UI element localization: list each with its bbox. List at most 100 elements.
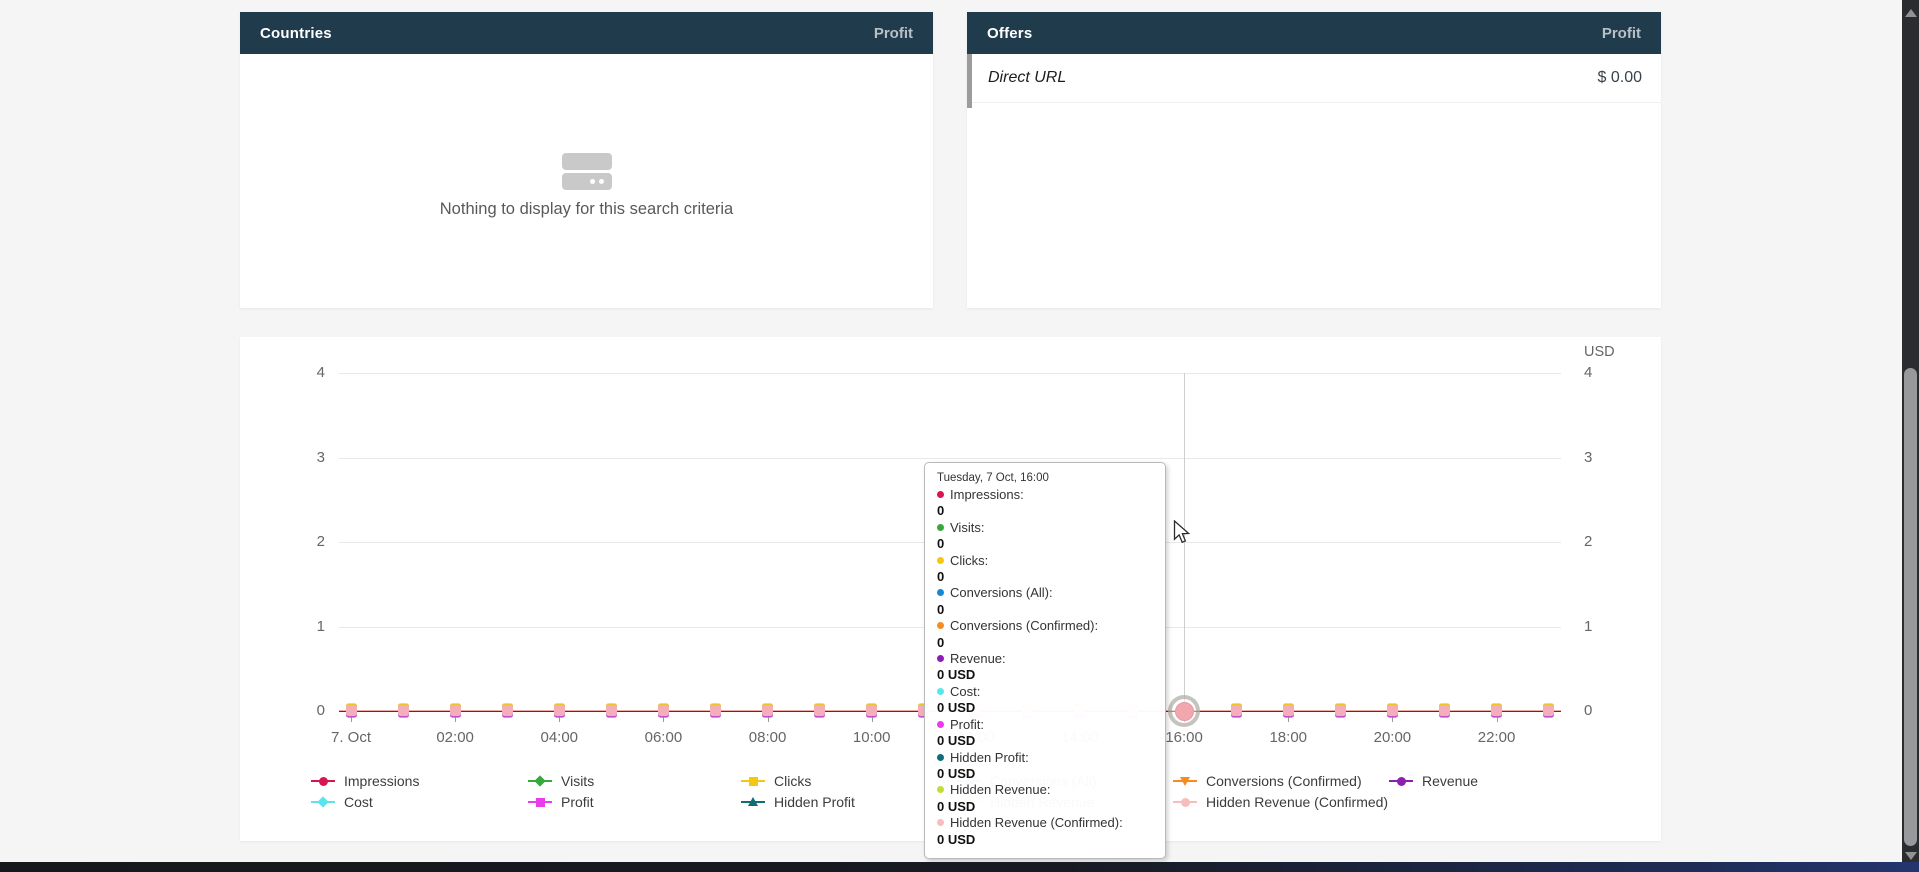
- offer-row-direct-url[interactable]: Direct URL $ 0.00: [967, 54, 1661, 103]
- tooltip-series-dot: [937, 786, 944, 793]
- tooltip-value: 0: [937, 503, 1153, 519]
- legend-item-hidden-revenue-confirmed[interactable]: Hidden Revenue (Confirmed): [1173, 792, 1388, 812]
- legend-item-conversions-confirmed[interactable]: Conversions (Confirmed): [1173, 771, 1362, 791]
- legend-item-hidden-profit[interactable]: Hidden Profit: [741, 792, 855, 812]
- hovered-data-point[interactable]: [1175, 702, 1194, 721]
- y-axis-label-left: 3: [265, 449, 325, 467]
- legend-label: Profit: [561, 794, 594, 810]
- tooltip-series-dot: [937, 819, 944, 826]
- tooltip-series-dot: [937, 721, 944, 728]
- data-point-marker[interactable]: [1335, 705, 1346, 716]
- legend-item-impressions[interactable]: Impressions: [311, 771, 419, 791]
- tooltip-value: 0: [937, 635, 1153, 651]
- legend-label: Clicks: [774, 773, 811, 789]
- tooltip-row: Hidden Revenue (Confirmed): 0 USD: [937, 815, 1153, 848]
- scroll-down-arrow-icon[interactable]: [1905, 852, 1917, 860]
- tooltip-label: Clicks:: [950, 553, 988, 568]
- tooltip-value: 0 USD: [937, 799, 1153, 815]
- data-point-marker[interactable]: [1283, 705, 1294, 716]
- legend-item-profit[interactable]: Profit: [528, 792, 594, 812]
- data-point-marker[interactable]: [1387, 705, 1398, 716]
- offer-name[interactable]: Direct URL: [988, 69, 1066, 87]
- tooltip-row: Cost: 0 USD: [937, 684, 1153, 717]
- tooltip-row: Impressions: 0: [937, 487, 1153, 520]
- data-point-marker[interactable]: [502, 705, 513, 716]
- tooltip-series-dot: [937, 688, 944, 695]
- tooltip-label: Profit:: [950, 717, 984, 732]
- grid-line: [339, 458, 1561, 459]
- tooltip-value: 0 USD: [937, 700, 1153, 716]
- x-axis-label: 08:00: [728, 729, 808, 746]
- offer-row-accent-bar: [967, 54, 972, 108]
- x-axis-label: 20:00: [1352, 729, 1432, 746]
- legend-circle-icon: [319, 777, 328, 786]
- tooltip-row: Profit: 0 USD: [937, 717, 1153, 750]
- legend-item-visits[interactable]: Visits: [528, 771, 594, 791]
- tooltip-label: Conversions (Confirmed):: [950, 618, 1098, 633]
- y-axis-label-left: 0: [265, 702, 325, 720]
- legend-item-clicks[interactable]: Clicks: [741, 771, 811, 791]
- data-point-marker[interactable]: [1439, 705, 1450, 716]
- scroll-up-arrow-icon[interactable]: [1905, 9, 1917, 17]
- data-point-marker[interactable]: [346, 705, 357, 716]
- legend-marker-icon: [741, 796, 765, 808]
- vertical-scrollbar[interactable]: [1902, 0, 1919, 872]
- tooltip-label: Hidden Profit:: [950, 750, 1029, 765]
- legend-marker-icon: [1173, 796, 1197, 808]
- x-axis-label: 10:00: [832, 729, 912, 746]
- mouse-cursor-icon: [1173, 520, 1191, 551]
- legend-item-cost[interactable]: Cost: [311, 792, 373, 812]
- tooltip-series-dot: [937, 589, 944, 596]
- legend-circle-icon: [1397, 777, 1406, 786]
- y-axis-label-left: 4: [265, 364, 325, 382]
- data-point-marker[interactable]: [710, 705, 721, 716]
- tooltip-row: Hidden Revenue: 0 USD: [937, 782, 1153, 815]
- tooltip-series-dot: [937, 622, 944, 629]
- legend-item-revenue[interactable]: Revenue: [1389, 771, 1478, 791]
- tooltip-row: Hidden Profit: 0 USD: [937, 750, 1153, 783]
- legend-square-icon: [749, 777, 758, 786]
- empty-state-text: Nothing to display for this search crite…: [440, 200, 733, 219]
- grid-line: [339, 373, 1561, 374]
- x-axis-label: 7. Oct: [311, 729, 391, 746]
- legend-marker-icon: [528, 796, 552, 808]
- data-point-marker[interactable]: [450, 705, 461, 716]
- data-point-marker[interactable]: [762, 705, 773, 716]
- data-point-marker[interactable]: [866, 705, 877, 716]
- legend-square-icon: [536, 798, 545, 807]
- data-point-marker[interactable]: [554, 705, 565, 716]
- chart-panel: USD 44332211007. Oct02:0004:0006:0008:00…: [240, 337, 1661, 841]
- tooltip-label: Hidden Revenue:: [950, 782, 1050, 797]
- data-point-marker[interactable]: [1231, 705, 1242, 716]
- legend-label: Revenue: [1422, 773, 1478, 789]
- tooltip-label: Impressions:: [950, 487, 1024, 502]
- data-point-marker[interactable]: [1543, 705, 1554, 716]
- offers-panel-header: Offers Profit: [967, 12, 1661, 54]
- tooltip-series-dot: [937, 524, 944, 531]
- scrollbar-thumb[interactable]: [1904, 368, 1917, 846]
- legend-marker-icon: [741, 775, 765, 787]
- tooltip-label: Visits:: [950, 520, 984, 535]
- data-point-marker[interactable]: [398, 705, 409, 716]
- tooltip-row: Conversions (All): 0: [937, 585, 1153, 618]
- legend-marker-icon: [528, 775, 552, 787]
- data-point-marker[interactable]: [658, 705, 669, 716]
- offers-panel-title: Offers: [987, 25, 1032, 42]
- tooltip-value: 0 USD: [937, 667, 1153, 683]
- data-point-marker[interactable]: [814, 705, 825, 716]
- x-axis-label: 06:00: [623, 729, 703, 746]
- data-point-marker[interactable]: [1491, 705, 1502, 716]
- countries-panel: Countries Profit Nothing to display for …: [240, 12, 933, 308]
- tooltip-value: 0: [937, 569, 1153, 585]
- legend-diamond-icon: [534, 775, 545, 786]
- tooltip-series-dot: [937, 754, 944, 761]
- legend-tri-down-icon: [1180, 777, 1190, 786]
- data-point-marker[interactable]: [606, 705, 617, 716]
- y-axis-label-right: 2: [1584, 533, 1644, 551]
- legend-marker-icon: [311, 775, 335, 787]
- countries-metric-label[interactable]: Profit: [874, 25, 913, 42]
- offers-metric-label[interactable]: Profit: [1602, 25, 1641, 42]
- empty-data-icon: [562, 153, 612, 190]
- legend-marker-icon: [1173, 775, 1197, 787]
- tooltip-series-dot: [937, 655, 944, 662]
